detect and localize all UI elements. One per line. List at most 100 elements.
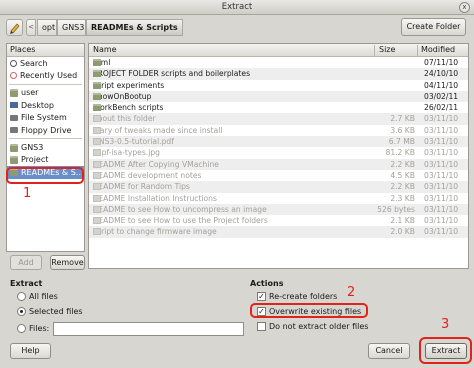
column-modified[interactable]: Modified [421, 45, 455, 54]
file-list: Name Size Modified html 07/11/10 PROJECT F… [88, 43, 469, 269]
file-modified: 03/11/10 [424, 159, 459, 169]
all-files-radio[interactable] [17, 292, 26, 301]
desktop-icon [10, 102, 18, 109]
extract-section-title: Extract [10, 279, 43, 288]
file-modified: 03/11/10 [424, 125, 459, 135]
table-row[interactable]: README to see How to uncompress an image… [89, 203, 468, 216]
file-modified: 03/11/10 [424, 114, 459, 124]
file-name: script experiments [93, 80, 165, 90]
all-files-label[interactable]: All files [29, 292, 58, 301]
place-file-system[interactable]: File System [7, 112, 84, 124]
divider [417, 45, 418, 56]
pencil-icon [10, 23, 20, 34]
table-row[interactable]: diary of tweaks made since install 3.6 KB… [89, 125, 468, 136]
folder-icon [93, 81, 101, 89]
file-name-cell: README to see How to use the Project fol… [93, 216, 268, 225]
title-bar: Extract x [0, 0, 474, 15]
column-size[interactable]: Size [379, 45, 395, 54]
table-row[interactable]: ShowOnBootup 03/02/11 [89, 90, 468, 103]
place-search[interactable]: Search [7, 57, 84, 69]
divider [9, 83, 82, 85]
annotation-marker-1: 1 [23, 186, 32, 201]
place-user[interactable]: user [7, 87, 84, 99]
breadcrumb-gns3[interactable]: GNS3 [57, 19, 86, 36]
table-row[interactable]: GNS3-0.5-tutorial.pdf 6.7 MB 03/11/10 [89, 136, 468, 148]
place-gns3[interactable]: GNS3 [7, 141, 84, 153]
recreate-folders-label[interactable]: Re-create folders [269, 292, 337, 301]
path-scroll-left-button[interactable]: < [26, 19, 36, 36]
folder-icon [10, 88, 18, 97]
folder-icon [93, 92, 101, 100]
folder-icon [93, 59, 101, 66]
file-modified: 24/10/10 [424, 69, 459, 79]
folder-icon [10, 155, 18, 164]
file-size: 2.2 KB [390, 159, 415, 169]
file-name: diary of tweaks made since install [93, 125, 223, 135]
create-folder-button[interactable]: Create Folder [401, 18, 466, 36]
add-place-button[interactable]: Add [10, 255, 42, 270]
file-modified: 03/11/10 [424, 193, 459, 203]
table-row[interactable]: README Installation Instructions 2.3 KB 03… [89, 193, 468, 204]
table-row[interactable]: ospf-isa-types.jpg 81.2 KB 03/11/10 [89, 147, 468, 158]
file-modified: 07/11/10 [424, 58, 459, 67]
files-pattern-radio[interactable] [17, 324, 26, 333]
floppy-icon [10, 127, 18, 134]
table-row[interactable]: WorkBench scripts 26/02/11 [89, 102, 468, 113]
place-recently-used[interactable]: Recently Used [7, 69, 84, 81]
files-pattern-label[interactable]: Files: [29, 324, 49, 333]
file-list-header: Name Size Modified [89, 44, 468, 57]
table-row[interactable]: script to change firmware image 2.0 KB 03/… [89, 226, 468, 238]
file-icon [93, 183, 101, 191]
place-desktop[interactable]: Desktop [7, 99, 84, 111]
file-size: 2.2 KB [390, 182, 415, 192]
annotation-highlight-overwrite [250, 303, 368, 318]
file-name: WorkBench scripts [93, 103, 164, 113]
file-name: README Installation Instructions [93, 193, 217, 203]
places-header[interactable]: Places [7, 44, 84, 57]
type-location-button[interactable] [6, 19, 23, 36]
file-size: 81.2 KB [385, 148, 415, 158]
file-size: 4.5 KB [390, 170, 415, 180]
file-name: about this folder [93, 114, 156, 124]
table-row[interactable]: script experiments 04/11/10 [89, 80, 468, 91]
toolbar: < opt GNS3 READMEs & Scripts Create Fold… [0, 15, 474, 41]
breadcrumb-opt[interactable]: opt [37, 19, 57, 36]
table-row[interactable]: README development notes 4.5 KB 03/11/10 [89, 170, 468, 181]
files-pattern-input[interactable] [53, 322, 244, 336]
search-icon [10, 59, 17, 67]
breadcrumb-readmes-scripts[interactable]: READMEs & Scripts [86, 19, 183, 36]
file-size: 526 bytes [377, 204, 415, 214]
no-older-files-checkbox[interactable] [257, 322, 266, 331]
file-modified: 03/11/10 [424, 216, 459, 226]
selected-files-label[interactable]: Selected files [29, 307, 83, 316]
file-modified: 03/11/10 [424, 227, 459, 237]
file-size: 2.0 KB [390, 227, 415, 237]
table-row[interactable]: about this folder 2.7 KB 03/11/10 [89, 113, 468, 125]
table-row[interactable]: README After Copying VMachine 2.2 KB 03/11… [89, 158, 468, 170]
column-name[interactable]: Name [93, 45, 117, 54]
table-row[interactable]: README to see How to use the Project fol… [89, 215, 468, 226]
table-row[interactable]: README for Random Tips 2.2 KB 03/11/10 [89, 181, 468, 193]
folder-icon [10, 143, 18, 152]
cancel-button[interactable]: Cancel [368, 343, 410, 359]
file-modified: 26/02/11 [424, 103, 459, 113]
divider [9, 138, 82, 140]
file-size: 3.6 KB [390, 125, 415, 135]
place-project[interactable]: Project [7, 154, 84, 166]
folder-icon [93, 70, 101, 78]
table-row[interactable]: PROJECT FOLDER scripts and boilerplates 2… [89, 68, 468, 80]
file-name-cell: README After Copying VMachine [93, 160, 219, 169]
file-name-cell: diary of tweaks made since install [93, 126, 222, 135]
place-floppy-drive[interactable]: Floppy Drive [7, 124, 84, 136]
selected-files-radio[interactable] [17, 307, 26, 316]
help-button[interactable]: Help [10, 343, 51, 359]
remove-place-button[interactable]: Remove [50, 255, 85, 270]
table-row[interactable]: html 07/11/10 [89, 57, 468, 68]
recreate-folders-checkbox[interactable]: ✓ [257, 292, 266, 301]
file-icon [93, 115, 101, 123]
close-icon[interactable]: x [459, 2, 470, 13]
file-name: script to change firmware image [93, 227, 217, 237]
no-older-files-label[interactable]: Do not extract older files [269, 322, 368, 331]
file-name-cell: about this folder [93, 114, 156, 123]
file-icon [93, 171, 101, 179]
